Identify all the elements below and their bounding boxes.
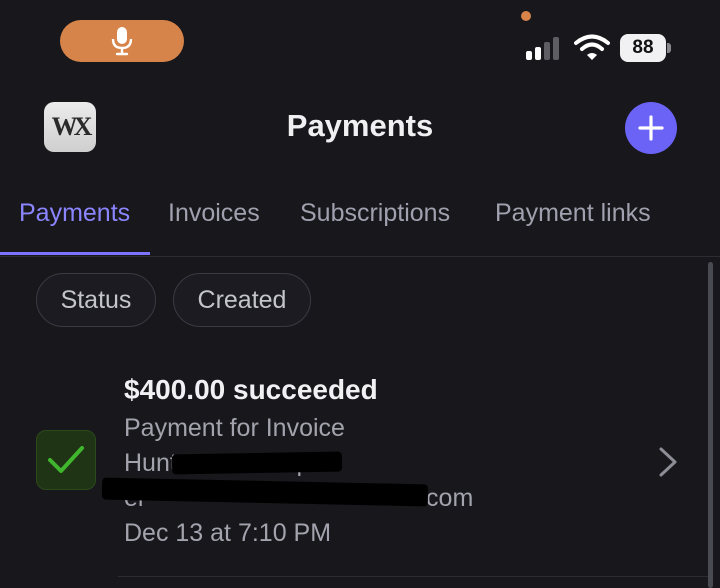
scrollbar[interactable] bbox=[708, 262, 713, 588]
recording-dot bbox=[521, 11, 531, 21]
tab-subscriptions[interactable]: Subscriptions bbox=[300, 196, 450, 252]
add-payment-button[interactable] bbox=[625, 102, 677, 154]
wifi-icon bbox=[574, 34, 610, 60]
filter-status-chip[interactable]: Status bbox=[36, 273, 156, 327]
signal-icon bbox=[526, 36, 564, 60]
payment-description: Payment for Invoice bbox=[124, 414, 345, 442]
plus-icon bbox=[638, 115, 664, 141]
customer-name-start: Hunt bbox=[124, 449, 177, 477]
battery-level: 88 bbox=[632, 37, 654, 58]
check-icon bbox=[48, 446, 84, 473]
voice-recording-indicator[interactable] bbox=[60, 20, 184, 62]
active-tab-indicator bbox=[0, 252, 150, 255]
tab-bar: Payments Invoices Subscriptions Payment … bbox=[0, 196, 720, 256]
tabs-divider bbox=[0, 256, 720, 257]
battery-icon: 88 bbox=[620, 34, 666, 62]
tab-payments[interactable]: Payments bbox=[19, 196, 130, 252]
microphone-icon bbox=[111, 27, 133, 56]
filter-created-chip[interactable]: Created bbox=[173, 273, 311, 327]
payment-status-badge bbox=[36, 430, 96, 490]
battery-tip bbox=[667, 43, 671, 53]
payment-amount-status: $400.00 succeeded bbox=[124, 374, 378, 405]
page-title: Payments bbox=[286, 108, 434, 143]
tab-payment-links[interactable]: Payment links bbox=[495, 196, 651, 252]
chevron-right-icon[interactable] bbox=[657, 446, 679, 478]
row-divider bbox=[118, 576, 710, 577]
tab-invoices[interactable]: Invoices bbox=[168, 196, 260, 252]
redaction-bar bbox=[171, 451, 343, 475]
payment-created-date: Dec 13 at 7:10 PM bbox=[124, 519, 332, 547]
